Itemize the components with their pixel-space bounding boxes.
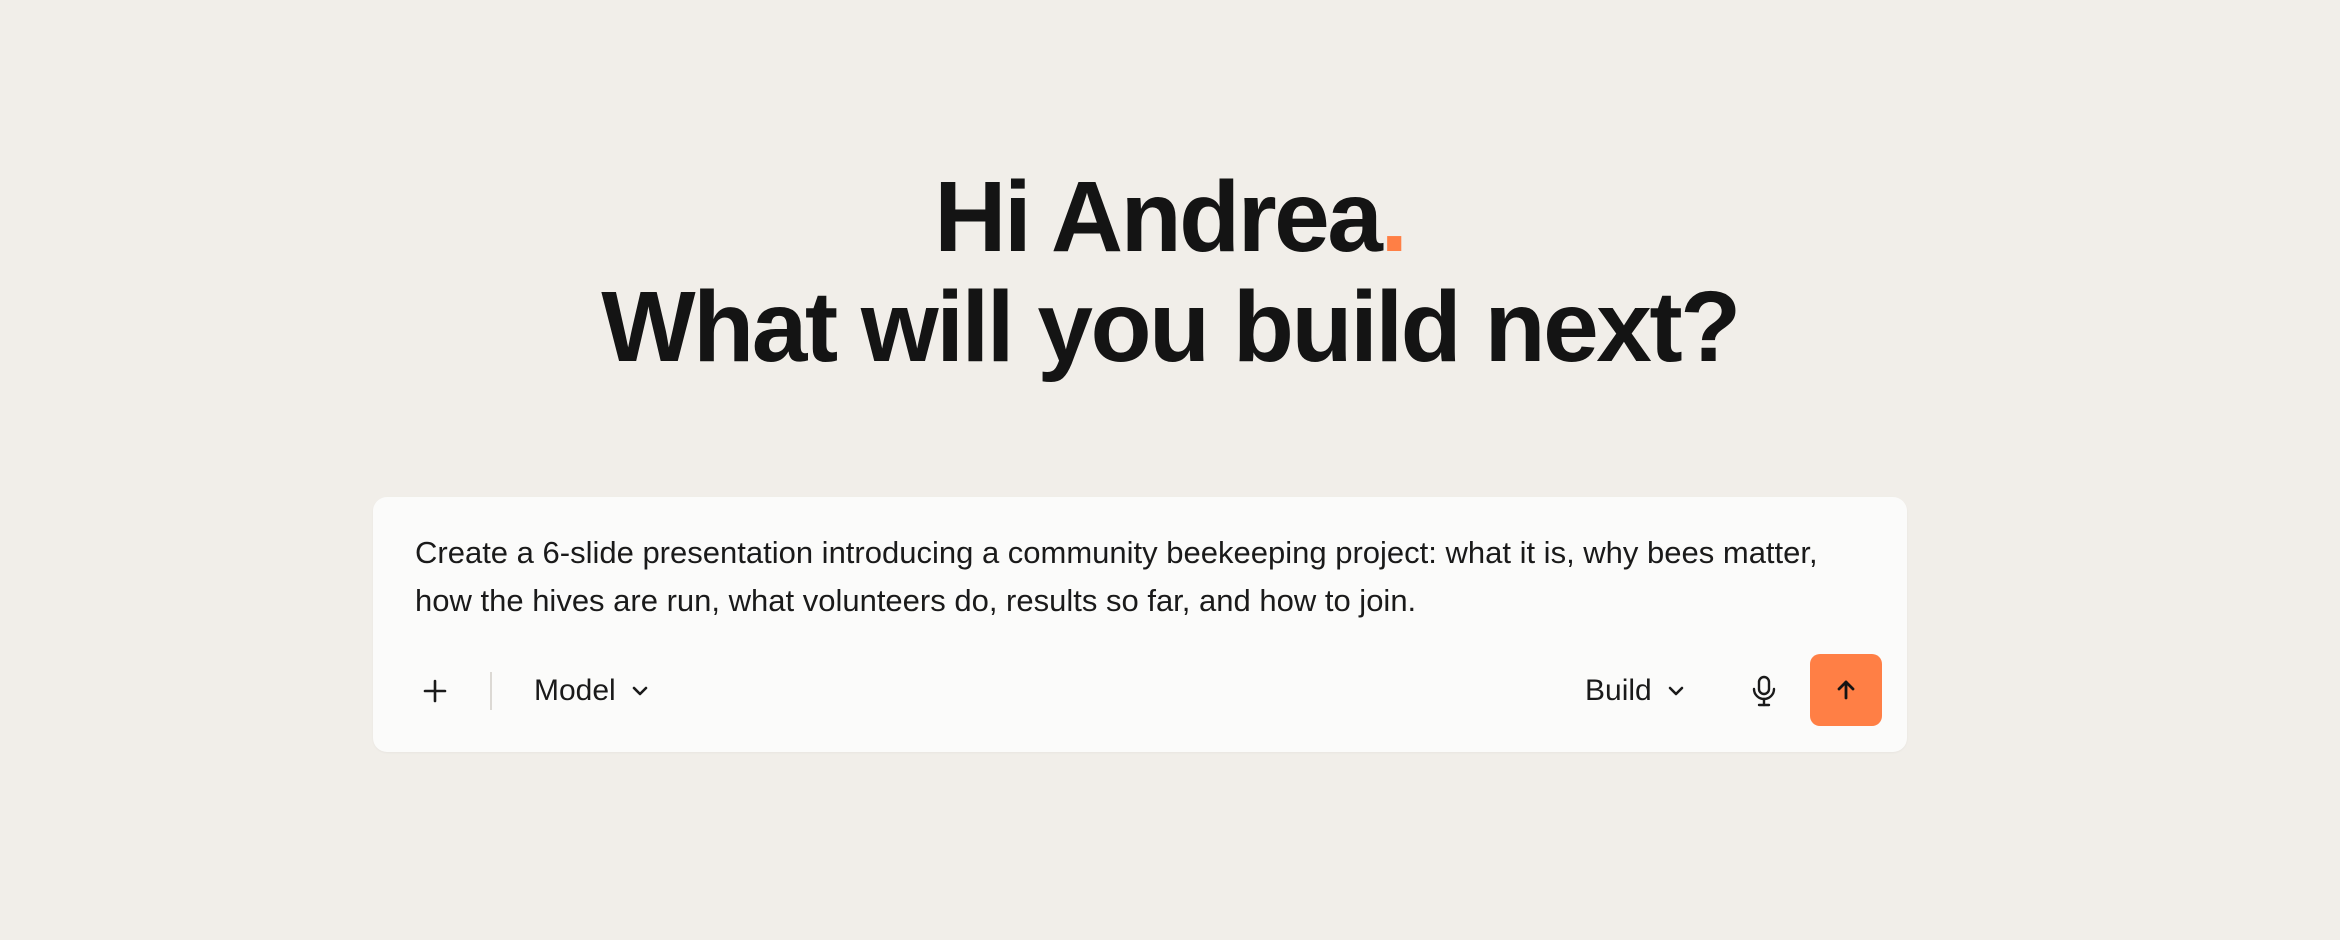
greeting-heading: Hi Andrea. What will you build next?: [0, 162, 2340, 382]
chevron-down-icon: [630, 681, 650, 701]
microphone-icon: [1752, 675, 1776, 707]
greeting-accent-dot: .: [1380, 161, 1408, 273]
mode-selector[interactable]: Build: [1585, 669, 1686, 713]
greeting-question: What will you build next?: [601, 271, 1741, 383]
model-selector-label: Model: [534, 674, 616, 707]
model-selector[interactable]: Model: [534, 669, 650, 713]
greeting-name: Hi Andrea: [934, 161, 1383, 273]
send-button[interactable]: [1810, 654, 1882, 726]
prompt-input[interactable]: Create a 6-slide presentation introducin…: [415, 529, 1865, 625]
toolbar-divider: [490, 672, 492, 710]
greeting-line: Hi Andrea.: [0, 162, 2340, 272]
arrow-up-icon: [1837, 680, 1855, 700]
mode-selector-label: Build: [1585, 674, 1652, 707]
chevron-down-icon: [1666, 681, 1686, 701]
plus-icon: [423, 679, 447, 703]
prompt-composer: Create a 6-slide presentation introducin…: [373, 497, 1907, 752]
composer-toolbar: Model Build: [373, 654, 1907, 728]
voice-input-button[interactable]: [1740, 667, 1788, 715]
attach-button[interactable]: [413, 669, 457, 713]
